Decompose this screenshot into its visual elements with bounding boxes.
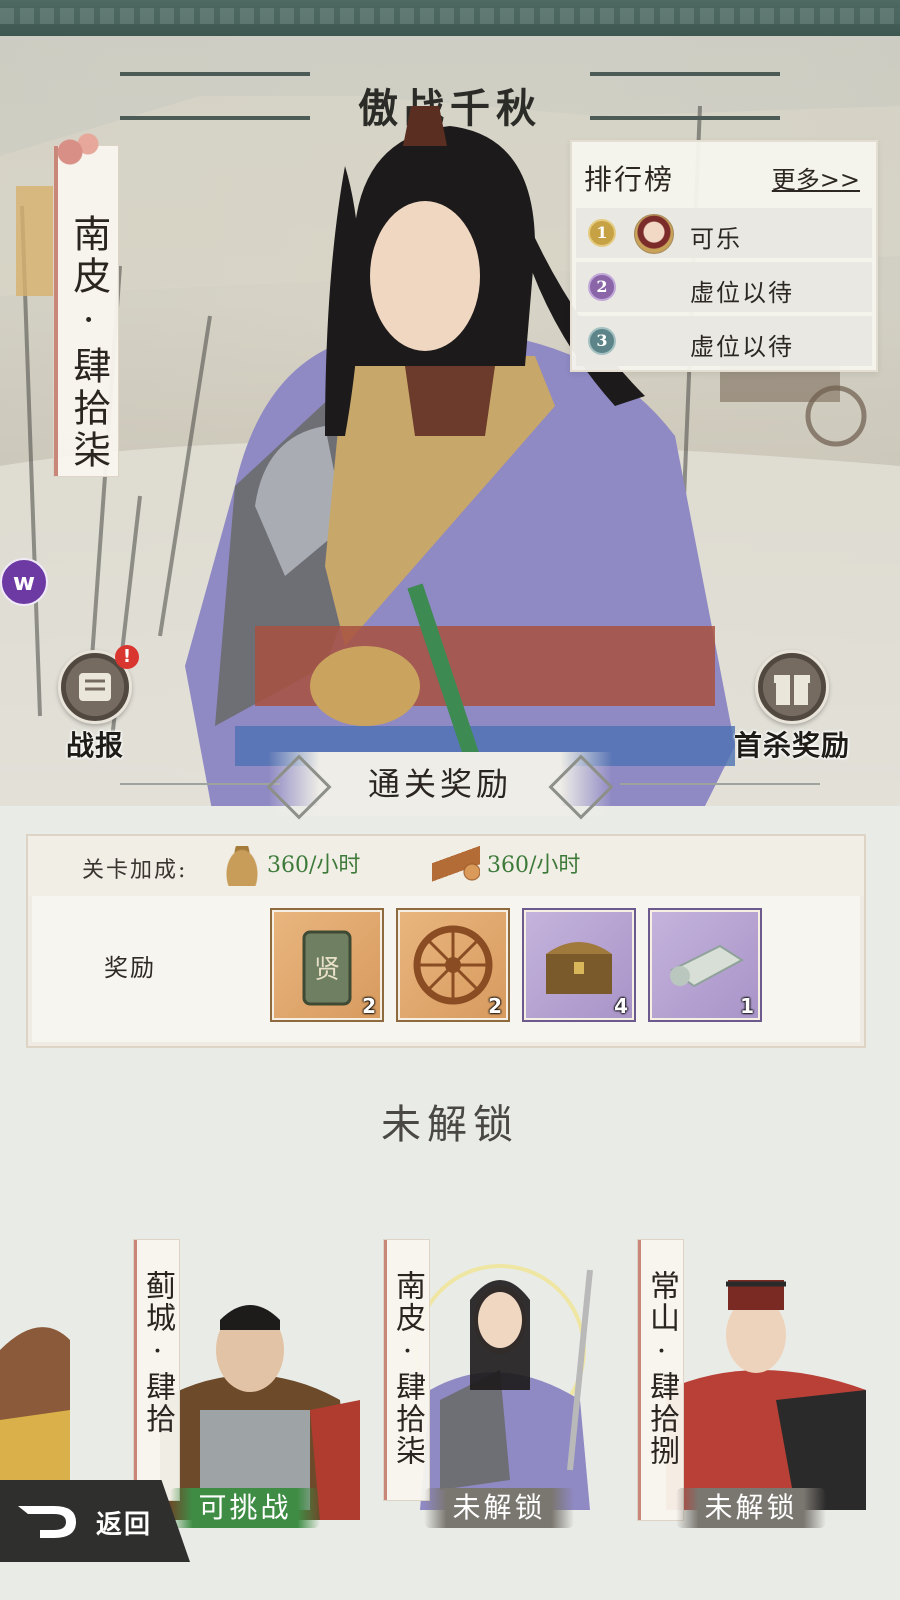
reward-item-wheel[interactable]: 2 [396, 908, 510, 1022]
stage-name-tag: 常山·肆拾捌 [638, 1240, 683, 1520]
gift-icon [755, 650, 829, 724]
reward-item-scroll[interactable]: 1 [648, 908, 762, 1022]
stage-name: 常山·肆拾捌 [644, 1270, 679, 1467]
leaderboard-panel: 排行榜 更多>> 1 可乐 2 虚位以待 3 虚位以待 [570, 140, 878, 372]
wood-logs-icon [432, 846, 480, 886]
stage-name-tag: 南皮·肆拾柒 [384, 1240, 429, 1500]
reward-qty: 1 [740, 994, 754, 1018]
player-name: 可乐 [690, 225, 742, 253]
w-badge-icon[interactable]: w [0, 558, 48, 606]
challenge-status[interactable]: 可挑战 [170, 1488, 320, 1528]
top-frame-border [0, 0, 900, 39]
grain-bonus: 360/小时 [224, 846, 360, 886]
locked-status: 未解锁 [676, 1488, 826, 1528]
battle-scene-background: 傲战千秋 南皮·肆拾柒 排行榜 更多>> 1 可乐 2 虚位以待 3 虚位以待 … [0, 36, 900, 806]
player-avatar[interactable] [634, 214, 674, 254]
divider [120, 783, 280, 785]
back-button[interactable]: 返回 [0, 1480, 190, 1562]
stage-card[interactable]: 常山·肆拾捌 未解锁 [636, 1240, 866, 1540]
reward-qty: 2 [488, 994, 502, 1018]
back-label: 返回 [96, 1510, 153, 1540]
reward-item-token[interactable]: 贤 2 [270, 908, 384, 1022]
player-name: 虚位以待 [690, 333, 794, 361]
rank-3-badge-icon: 3 [588, 327, 616, 355]
stage-name-tag: 南皮·肆拾柒 [52, 128, 118, 476]
stage-name: 南皮·肆拾柒 [390, 1270, 425, 1467]
leaderboard-title: 排行榜 [584, 163, 675, 196]
locked-status: 未解锁 [424, 1488, 574, 1528]
player-name: 虚位以待 [690, 279, 794, 307]
stage-bonus-label: 关卡加成: [82, 858, 188, 883]
stage-card-current[interactable]: 南皮·肆拾柒 未解锁 [384, 1240, 594, 1540]
stage-name: 南皮·肆拾柒 [66, 214, 111, 472]
stage-name-tag: 蓟城·肆拾 [134, 1240, 179, 1500]
reward-label: 奖励 [104, 954, 156, 982]
scroll-icon: ! [58, 645, 139, 724]
leaderboard-row: 2 虚位以待 [576, 262, 872, 312]
reward-item-chest[interactable]: 4 [522, 908, 636, 1022]
first-kill-reward-button[interactable]: 首杀奖励 [724, 650, 860, 764]
reward-qty: 4 [614, 994, 628, 1018]
leaderboard-row[interactable]: 1 可乐 [576, 208, 872, 258]
battle-report-button[interactable]: ! 战报 [50, 645, 140, 764]
clear-reward-header: 通关奖励 [268, 752, 612, 816]
wood-bonus: 360/小时 [432, 846, 580, 886]
rank-2-badge-icon: 2 [588, 273, 616, 301]
divider [620, 783, 820, 785]
leaderboard-row: 3 虚位以待 [576, 316, 872, 366]
reward-panel: 关卡加成: 360/小时 360/小时 奖励 贤 2 2 4 1 [26, 834, 866, 1048]
first-kill-reward-label: 首杀奖励 [733, 729, 850, 762]
stage-bonus-row: 关卡加成: 360/小时 360/小时 [28, 836, 864, 896]
back-arrow-icon [18, 1506, 76, 1538]
alert-badge: ! [115, 645, 139, 669]
rank-1-badge-icon: 1 [588, 219, 616, 247]
grain-bonus-value: 360/小时 [267, 853, 361, 878]
wood-bonus-value: 360/小时 [487, 853, 581, 878]
cloud-ornament-icon [52, 128, 112, 168]
stage-name: 蓟城·肆拾 [140, 1270, 175, 1435]
reward-qty: 2 [362, 994, 376, 1018]
svg-text:贤: 贤 [314, 955, 340, 985]
leaderboard-more-link[interactable]: 更多>> [772, 160, 860, 195]
battle-report-label: 战报 [65, 729, 124, 762]
grain-sack-icon [224, 846, 260, 886]
locked-status-title: 未解锁 [381, 1102, 519, 1148]
